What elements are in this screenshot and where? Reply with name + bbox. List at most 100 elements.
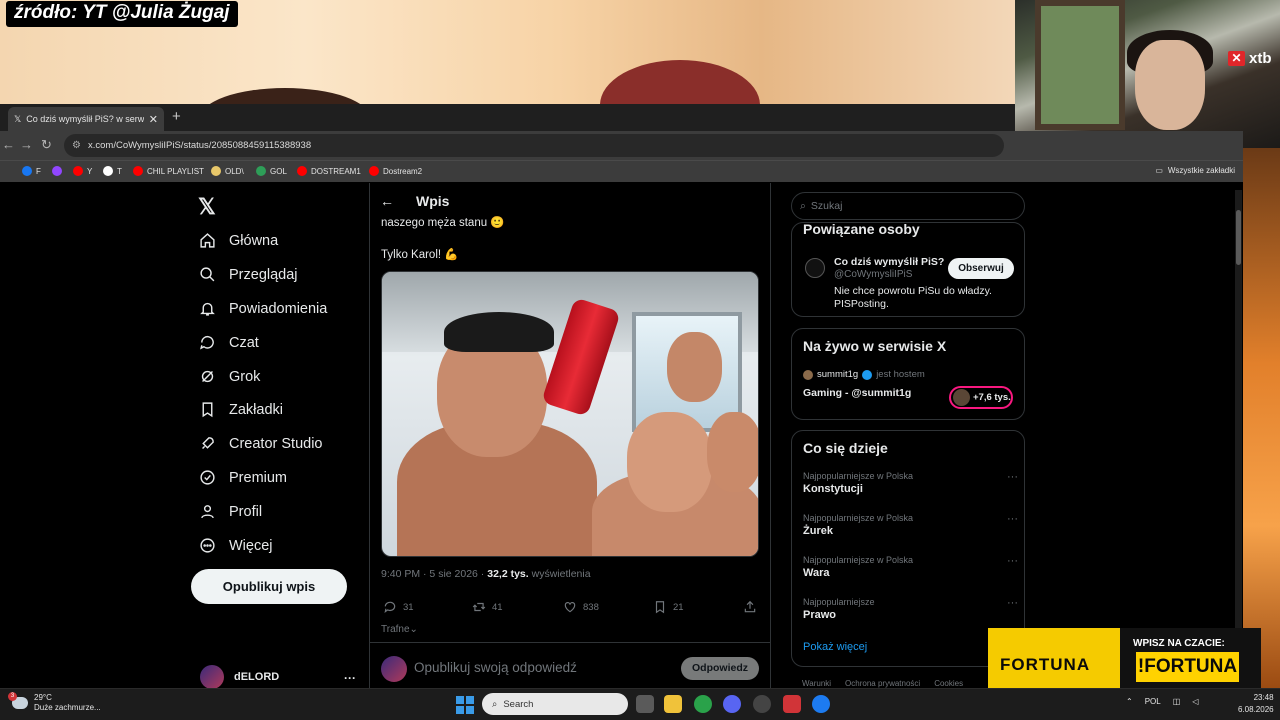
forward-icon[interactable]: → <box>20 137 33 152</box>
bookmark-item[interactable]: Y <box>73 166 92 176</box>
reply-sort-dropdown[interactable]: Trafne⌄ <box>381 624 418 635</box>
tweet-photo[interactable] <box>381 271 759 557</box>
nav-item[interactable]: Premium <box>199 469 287 486</box>
bookmark-count: 21 <box>673 601 684 613</box>
nav-item[interactable]: Więcej <box>199 537 273 554</box>
bookmark-item[interactable]: DOSTREAM1 <box>297 166 361 176</box>
weather-widget[interactable]: 3 29°C Duże zachmurze... <box>8 692 101 713</box>
windows-taskbar: 3 29°C Duże zachmurze... ⌕ Search ⌃ POL … <box>0 688 1280 720</box>
live-host[interactable]: summit1g jest hostem <box>803 369 925 380</box>
xtb-x-icon: ✕ <box>1228 51 1245 66</box>
clock[interactable]: 23:48 6.08.2026 <box>1238 692 1274 716</box>
bookmark-item[interactable]: OLD\ <box>211 166 244 176</box>
discord-icon[interactable] <box>723 695 741 713</box>
app-icon[interactable] <box>783 695 801 713</box>
photo-person-face <box>627 412 712 512</box>
like-button[interactable]: 838 <box>563 600 599 614</box>
search-input[interactable]: ⌕ Szukaj <box>791 192 1025 220</box>
follow-button[interactable]: Obserwuj <box>948 258 1014 279</box>
app-icon[interactable] <box>812 695 830 713</box>
show-more-link[interactable]: Pokaż więcej <box>803 641 867 653</box>
volume-icon[interactable]: ◁ <box>1192 697 1198 706</box>
more-icon[interactable]: ··· <box>1007 597 1018 609</box>
related-account-name[interactable]: Co dziś wymyślił PiS? <box>834 256 944 268</box>
heart-icon <box>564 602 576 613</box>
new-tab-icon[interactable]: + <box>172 108 181 125</box>
bell-icon <box>200 302 215 316</box>
taskbar-search[interactable]: ⌕ Search <box>482 693 628 715</box>
views-count: 32,2 tys. <box>487 568 529 580</box>
ad-cta: WPISZ NA CZACIE: <box>1133 638 1225 649</box>
clock-time: 23:48 <box>1253 693 1274 702</box>
trend-item[interactable]: Najpopularniejsze w Polska Wara ··· <box>803 555 1018 579</box>
footer-link[interactable]: Warunki <box>802 679 831 688</box>
reload-icon[interactable]: ↻ <box>41 137 52 153</box>
browser-tab-active[interactable]: 𝕏 Co dziś wymyślił PiS? w serwisie ✕ <box>8 107 164 131</box>
bookmark-item[interactable]: Dostream2 <box>369 166 422 176</box>
video-hair-shape <box>200 88 370 104</box>
nav-item[interactable]: Creator Studio <box>199 435 323 452</box>
network-icon[interactable]: ◫ <box>1173 697 1181 706</box>
bookmark-item[interactable]: F <box>22 166 41 176</box>
verified-icon <box>862 369 873 380</box>
footer-link[interactable]: Cookies <box>934 679 963 688</box>
task-view-icon[interactable] <box>636 695 654 713</box>
footer-link[interactable]: Ochrona prywatności <box>845 679 920 688</box>
bookmark-icon <box>202 402 213 418</box>
bookmark-item[interactable] <box>52 166 66 176</box>
nav-item[interactable]: Powiadomienia <box>199 300 327 317</box>
obs-icon[interactable] <box>753 695 771 713</box>
more-icon[interactable]: ··· <box>344 671 356 685</box>
more-icon[interactable]: ··· <box>1007 555 1018 567</box>
close-tab-icon[interactable]: ✕ <box>149 113 158 126</box>
bookmark-item[interactable]: T <box>103 166 122 176</box>
site-settings-icon[interactable]: ⚙ <box>72 134 81 157</box>
page-scrollbar[interactable] <box>1235 190 1242 680</box>
bookmark-item[interactable]: CHIL PLAYLIST <box>133 166 204 176</box>
more-icon[interactable]: ··· <box>1007 513 1018 525</box>
reply-input[interactable]: Opublikuj swoją odpowiedź <box>414 660 577 675</box>
search-icon <box>200 267 215 282</box>
nav-item-label: Profil <box>229 503 263 520</box>
webcam-window-frame <box>1035 0 1125 130</box>
file-explorer-icon[interactable] <box>664 695 682 713</box>
x-logo-icon[interactable]: 𝕏 <box>198 194 216 220</box>
nav-item[interactable]: Przeglądaj <box>199 266 298 283</box>
related-account-handle: @CoWymysliIPiS <box>834 269 913 280</box>
reply-submit-button[interactable]: Odpowiedz <box>681 657 759 680</box>
bookmark-label: Y <box>87 166 93 176</box>
scrollbar-thumb[interactable] <box>1236 210 1241 265</box>
nav-item[interactable]: Profil <box>199 503 262 520</box>
language-indicator[interactable]: POL <box>1145 697 1161 706</box>
live-listeners-badge[interactable]: +7,6 tys. <box>949 386 1013 409</box>
trend-item[interactable]: Najpopularniejsze Prawo ··· <box>803 597 1018 621</box>
bookmark-item[interactable]: GOL <box>256 166 287 176</box>
nav-item[interactable]: Czat <box>199 334 259 351</box>
all-bookmarks[interactable]: ▭ Wszystkie zakładki <box>1155 166 1235 175</box>
live-stream-title[interactable]: Gaming - @summit1g <box>803 387 911 399</box>
chevron-up-icon[interactable]: ⌃ <box>1126 697 1133 706</box>
chrome-icon[interactable] <box>694 695 712 713</box>
share-icon <box>744 600 756 613</box>
share-button[interactable] <box>743 600 757 614</box>
avatar[interactable] <box>805 258 825 278</box>
address-bar[interactable]: ⚙ x.com/CoWymysliIPiS/status/20850884591… <box>64 134 1004 157</box>
nav-item[interactable]: Zakładki <box>199 401 283 418</box>
trend-item[interactable]: Najpopularniejsze w Polska Żurek ··· <box>803 513 1018 537</box>
reply-button[interactable]: 31 <box>383 600 414 614</box>
repost-button[interactable]: 41 <box>472 600 503 614</box>
more-icon[interactable]: ··· <box>1007 471 1018 483</box>
trend-item[interactable]: Najpopularniejsze w Polska Konstytucji ··· <box>803 471 1018 495</box>
footer-links: Warunki Ochrona prywatności Cookies <box>802 679 963 688</box>
back-icon[interactable]: ← <box>2 137 15 152</box>
nav-item[interactable]: Główna <box>199 232 278 249</box>
streamer-webcam <box>1015 0 1280 148</box>
windows-start-icon[interactable] <box>456 696 474 714</box>
post-button[interactable]: Opublikuj wpis <box>191 569 347 604</box>
bookmark-label: CHIL PLAYLIST <box>147 166 204 176</box>
bookmark-button[interactable]: 21 <box>653 600 684 614</box>
back-arrow-icon[interactable]: ← <box>380 193 394 209</box>
nav-item[interactable]: Grok <box>199 368 260 385</box>
account-switcher[interactable]: dELORD ··· <box>200 665 360 689</box>
tweet-timestamp[interactable]: 9:40 PM · 5 sie 2026 · <box>381 568 487 580</box>
